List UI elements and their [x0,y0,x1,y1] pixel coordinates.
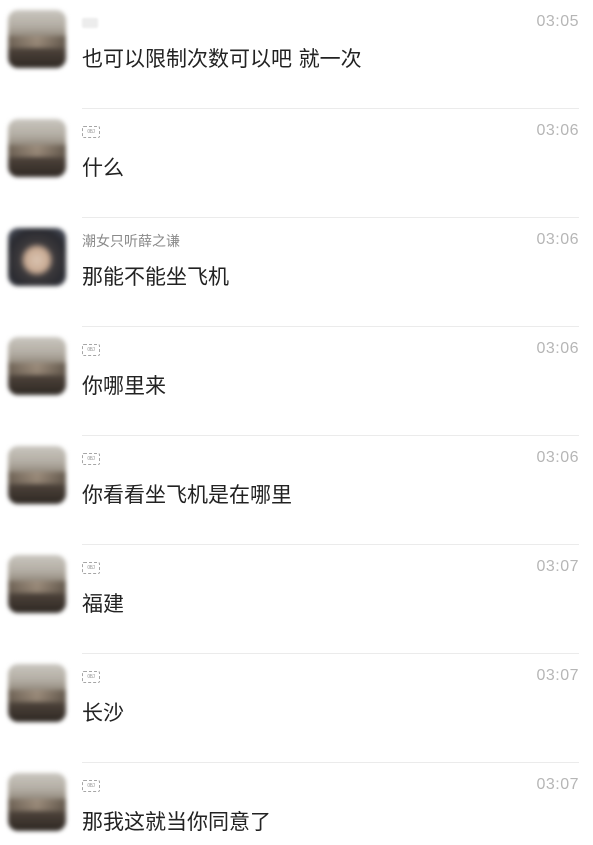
message-text: 你哪里来 [82,374,166,398]
message-row[interactable]: OBJ 03:06 你哪里来 [0,327,593,436]
message-row[interactable]: OBJ 03:07 福建 [0,545,593,654]
message-time: 03:05 [536,13,579,30]
sender-nickname: OBJ [82,778,100,796]
sender-nickname: OBJ [82,669,100,687]
message-time: 03:06 [536,449,579,466]
message-text: 福建 [82,592,124,616]
message-time: 03:07 [536,667,579,684]
message-text: 那能不能坐飞机 [82,265,229,289]
nickname-placeholder-icon: OBJ [82,780,100,792]
message-row[interactable]: 潮女只听薛之谦 03:06 那能不能坐飞机 [0,218,593,327]
avatar[interactable] [8,119,66,177]
sender-nickname: OBJ [82,124,100,142]
nickname-blank [82,18,98,28]
sender-nickname: 潮女只听薛之谦 [82,234,180,250]
message-text: 什么 [82,156,124,180]
message-time: 03:06 [536,122,579,139]
avatar[interactable] [8,10,66,68]
message-text: 那我这就当你同意了 [82,810,271,834]
avatar[interactable] [8,337,66,395]
message-time: 03:06 [536,340,579,357]
sender-nickname: OBJ [82,451,100,469]
message-row[interactable]: 03:05 也可以限制次数可以吧 就一次 [0,0,593,109]
message-time: 03:06 [536,231,579,248]
avatar[interactable] [8,228,66,286]
message-row[interactable]: OBJ 03:07 那我这就当你同意了 [0,763,593,845]
message-text: 也可以限制次数可以吧 就一次 [82,47,362,71]
nickname-placeholder-icon: OBJ [82,671,100,683]
sender-nickname: OBJ [82,560,100,578]
sender-nickname [82,15,98,33]
sender-nickname: OBJ [82,342,100,360]
nickname-placeholder-icon: OBJ [82,453,100,465]
avatar[interactable] [8,555,66,613]
avatar[interactable] [8,773,66,831]
message-time: 03:07 [536,558,579,575]
message-time: 03:07 [536,776,579,793]
message-row[interactable]: OBJ 03:06 什么 [0,109,593,218]
message-text: 你看看坐飞机是在哪里 [82,483,292,507]
avatar[interactable] [8,446,66,504]
nickname-placeholder-icon: OBJ [82,562,100,574]
avatar[interactable] [8,664,66,722]
message-text: 长沙 [82,701,124,725]
nickname-placeholder-icon: OBJ [82,126,100,138]
chat-message-list: 03:05 也可以限制次数可以吧 就一次 OBJ 03:06 什么 潮女只听薛之… [0,0,593,845]
nickname-placeholder-icon: OBJ [82,344,100,356]
message-row[interactable]: OBJ 03:07 长沙 [0,654,593,763]
message-row[interactable]: OBJ 03:06 你看看坐飞机是在哪里 [0,436,593,545]
